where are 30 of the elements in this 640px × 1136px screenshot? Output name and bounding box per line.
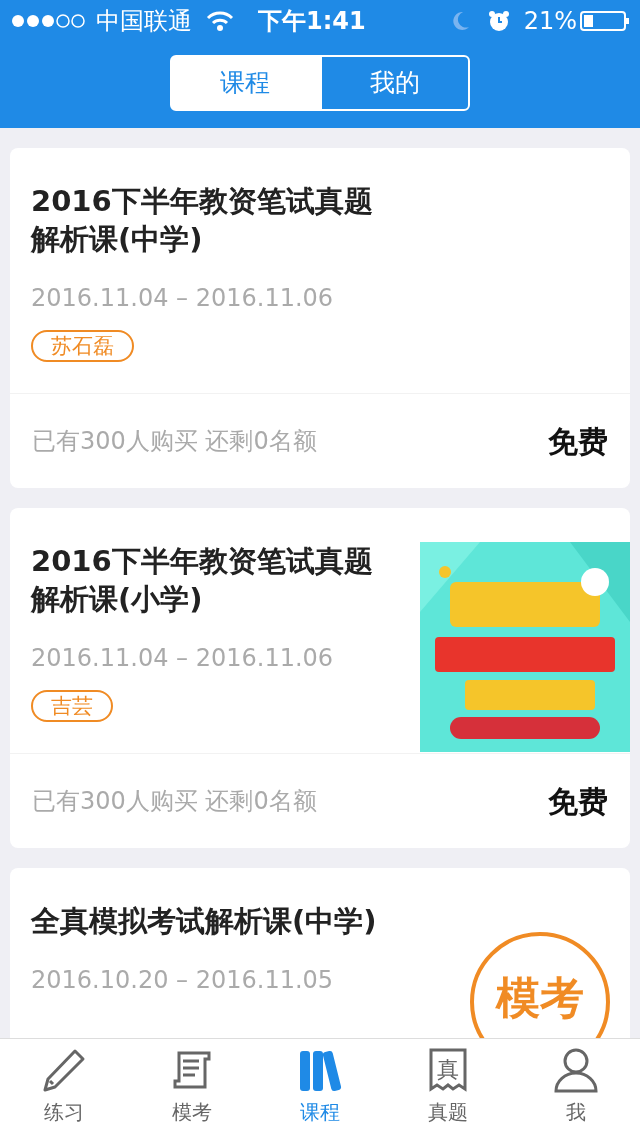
battery-icon <box>580 10 630 32</box>
segment-tab[interactable]: 我的 <box>320 55 470 111</box>
course-card[interactable]: 2016下半年教资笔试真题解析课(中学) 2016.11.04 – 2016.11.06 苏石磊 已有300人购买 还剩0名额 免费 <box>10 148 630 488</box>
tab-item[interactable]: 真 真题 <box>384 1039 512 1136</box>
course-dates: 2016.10.20 – 2016.11.05 <box>31 965 334 996</box>
pencil-icon <box>41 1047 87 1093</box>
sales-info: 已有300人购买 还剩0名额 <box>32 426 317 457</box>
teacher-tag: 苏石磊 <box>31 330 134 362</box>
course-price: 免费 <box>548 422 608 461</box>
tab-item[interactable]: 我 <box>512 1039 640 1136</box>
course-card[interactable]: 全真模拟考试解析课(中学) 2016.10.20 – 2016.11.05 模考 <box>10 868 630 1038</box>
tab-item[interactable]: 练习 <box>0 1039 128 1136</box>
segment-tab[interactable]: 课程 <box>170 55 320 111</box>
course-dates: 2016.11.04 – 2016.11.06 <box>31 643 334 674</box>
alarm-clock-icon <box>487 10 510 32</box>
course-title: 全真模拟考试解析课(中学) <box>31 903 378 940</box>
course-price: 免费 <box>548 782 608 821</box>
tab-item[interactable]: 模考 <box>128 1039 256 1136</box>
user-icon <box>553 1047 599 1093</box>
battery-percent: 21% <box>523 6 577 37</box>
teacher-tag: 吉芸 <box>31 690 113 722</box>
status-time: 下午1:41 <box>256 6 367 37</box>
course-dates: 2016.11.04 – 2016.11.06 <box>31 283 334 314</box>
sales-info: 已有300人购买 还剩0名额 <box>32 786 317 817</box>
wifi-icon <box>206 10 234 32</box>
tab-item[interactable]: 课程 <box>256 1039 384 1136</box>
course-title: 2016下半年教资笔试真题解析课(中学) <box>31 183 374 258</box>
carrier-name: 中国联通 <box>96 6 192 37</box>
course-card[interactable]: 2016下半年教资笔试真题解析课(小学) 2016.11.04 – 2016.11.06 吉芸 已有300人购买 还剩0名额 免费 <box>10 508 630 848</box>
course-title: 2016下半年教资笔试真题解析课(小学) <box>31 543 374 618</box>
